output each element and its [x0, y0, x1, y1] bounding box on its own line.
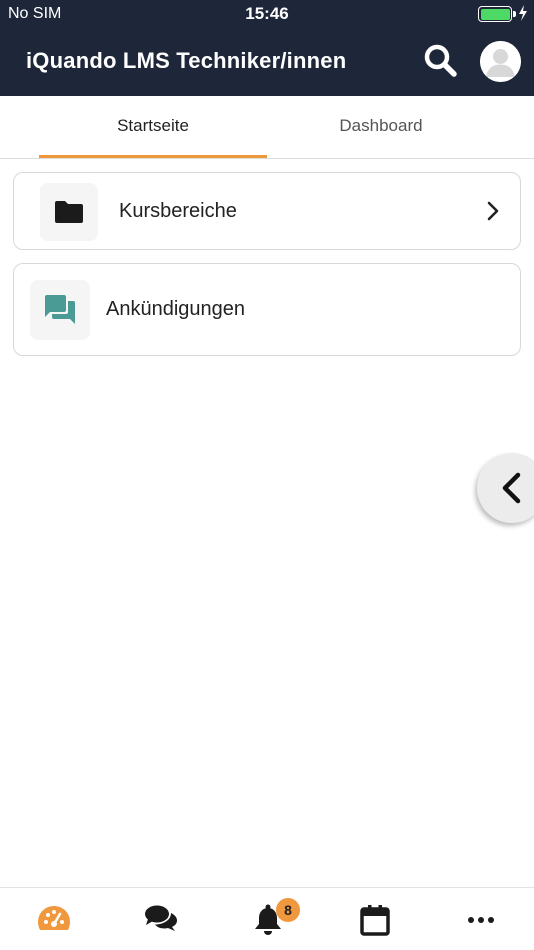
notification-badge: 8: [276, 898, 300, 922]
user-avatar-icon: [480, 41, 521, 82]
announcements-card[interactable]: Ankündigungen: [13, 263, 521, 356]
nav-dashboard[interactable]: [0, 888, 107, 950]
tab-dashboard[interactable]: Dashboard: [267, 96, 495, 158]
app-header: No SIM 15:46 iQuando LMS Techniker/innen: [0, 0, 534, 96]
course-areas-card[interactable]: Kursbereiche: [13, 172, 521, 250]
folder-icon: [55, 201, 83, 223]
chevron-right-icon: [487, 201, 499, 221]
status-bar: No SIM 15:46: [0, 0, 534, 28]
search-button[interactable]: [422, 42, 460, 80]
more-dots-icon: [467, 917, 494, 923]
nav-more[interactable]: [427, 888, 534, 950]
card-label: Kursbereiche: [119, 200, 237, 222]
nav-calendar[interactable]: [321, 888, 428, 950]
calendar-icon: [359, 905, 390, 936]
card-label: Ankündigungen: [106, 298, 246, 320]
nav-notifications[interactable]: [214, 888, 321, 950]
icon-container: [30, 280, 90, 340]
charging-bolt-icon: [519, 5, 527, 21]
tab-bar: Startseite Dashboard: [0, 96, 534, 159]
battery-icon: [478, 6, 516, 22]
tab-startseite[interactable]: Startseite: [39, 96, 267, 158]
chevron-left-icon: [502, 472, 521, 504]
side-menu-toggle[interactable]: [477, 453, 534, 523]
clock: 15:46: [245, 4, 289, 23]
search-icon: [424, 44, 457, 77]
icon-container: [40, 183, 98, 241]
dashboard-gauge-icon: [37, 906, 70, 930]
page-title: iQuando LMS Techniker/innen: [26, 48, 347, 73]
bottom-navigation: [0, 887, 534, 950]
chat-bubbles-icon: [144, 905, 177, 931]
nav-messages[interactable]: [107, 888, 214, 950]
forum-icon: [45, 295, 75, 324]
user-avatar-button[interactable]: [480, 41, 521, 82]
